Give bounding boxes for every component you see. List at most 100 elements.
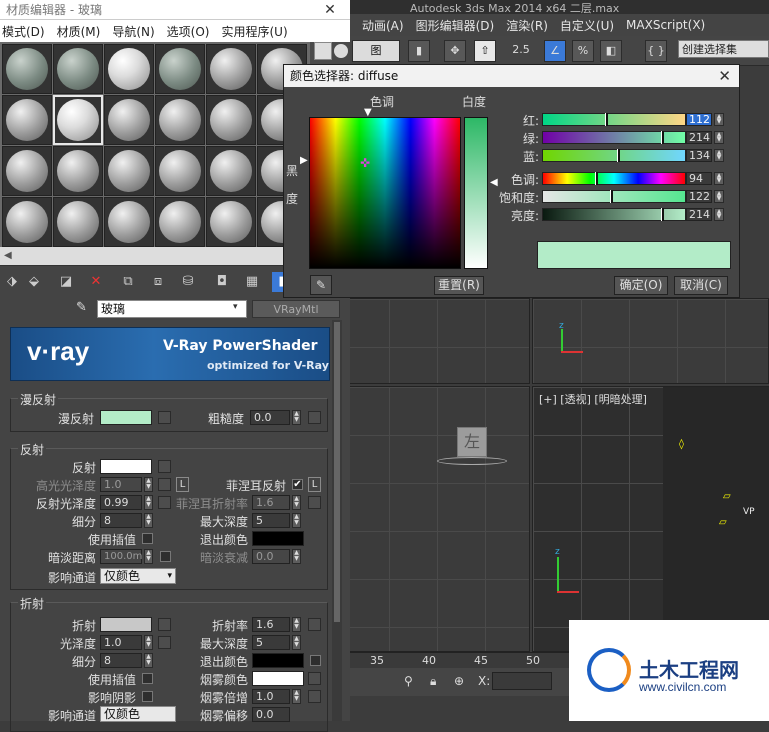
spinner-arrows-icon[interactable]: ▲ ▼ xyxy=(144,549,153,564)
select-region-icon[interactable]: ▮ xyxy=(408,40,430,62)
close-icon[interactable]: ✕ xyxy=(718,65,731,87)
refl-exit-color-swatch[interactable] xyxy=(252,531,304,546)
assign-material-icon[interactable]: ◪ xyxy=(56,272,76,292)
spinner-arrows-icon[interactable]: ▲ ▼ xyxy=(292,513,301,528)
color-slider[interactable] xyxy=(542,190,686,203)
slider-knob[interactable] xyxy=(610,190,613,203)
chevron-down-icon[interactable]: ▾ xyxy=(233,302,238,312)
refr-subdivs-spinner[interactable]: 8 xyxy=(100,653,142,668)
spinner-arrows-icon[interactable]: ▲ ▼ xyxy=(292,549,301,564)
fresnel-ior-lock-button[interactable]: L xyxy=(308,477,321,492)
spinner-arrows-icon[interactable]: ▲ ▼ xyxy=(714,190,724,203)
slider-knob[interactable] xyxy=(595,172,598,185)
sample-slot[interactable] xyxy=(104,95,154,145)
color-slider[interactable] xyxy=(542,172,686,185)
hilight-lock-button[interactable]: L xyxy=(176,477,189,492)
make-unique-icon[interactable]: ⧈ xyxy=(148,272,168,292)
sample-slot[interactable] xyxy=(104,44,154,94)
material-name-field[interactable]: 玻璃 xyxy=(97,300,247,318)
spinner-arrows-icon[interactable]: ▲ ▼ xyxy=(292,635,301,650)
move-icon[interactable]: ✥ xyxy=(444,40,466,62)
color-slider[interactable] xyxy=(542,131,686,144)
get-material-icon[interactable]: ⬗ xyxy=(2,272,22,292)
refr-use-interp-checkbox[interactable] xyxy=(142,673,153,684)
fog-color-swatch[interactable] xyxy=(252,671,304,686)
sample-slot-active[interactable] xyxy=(53,95,103,145)
material-type-button[interactable]: VRayMtl xyxy=(252,300,340,318)
slider-value-field[interactable]: 134 xyxy=(686,149,712,162)
viewcube-left[interactable]: 左 xyxy=(457,427,487,457)
spinner-arrows-icon[interactable]: ▲ ▼ xyxy=(292,495,301,510)
scroll-left-icon[interactable]: ◀ xyxy=(4,250,12,261)
refr-max-depth-spinner[interactable]: 5 xyxy=(252,635,290,650)
ior-map-button[interactable] xyxy=(308,618,321,631)
spinner-arrows-icon[interactable]: ▲ ▼ xyxy=(292,689,301,704)
menu-animation[interactable]: 动画(A) xyxy=(362,17,404,34)
viewport-top[interactable] xyxy=(340,298,530,384)
absolute-mode-icon[interactable]: ⊕ xyxy=(454,674,464,688)
menu-options[interactable]: 选项(O) xyxy=(167,23,210,40)
spinner-arrows-icon[interactable]: ▲ ▼ xyxy=(714,208,724,221)
menu-utilities[interactable]: 实用程序(U) xyxy=(221,23,287,40)
spinner-arrows-icon[interactable]: ▲ ▼ xyxy=(714,131,724,144)
angle-snap-icon[interactable]: ∠ xyxy=(544,40,566,62)
cancel-button[interactable]: 取消(C) xyxy=(674,276,728,295)
refract-color-swatch[interactable] xyxy=(100,617,152,632)
slider-value-field[interactable]: 112 xyxy=(686,113,712,126)
material-id-icon[interactable]: ◘ xyxy=(212,272,232,292)
make-copy-icon[interactable]: ⧉ xyxy=(118,272,138,292)
viewport-front[interactable]: z xyxy=(532,298,769,384)
sample-slot[interactable] xyxy=(155,95,205,145)
fog-color-map-button[interactable] xyxy=(308,672,321,685)
diffuse-color-swatch[interactable] xyxy=(100,410,152,425)
selection-filter-dropdown[interactable]: 图 xyxy=(352,40,400,62)
menu-customize[interactable]: 自定义(U) xyxy=(560,17,614,34)
put-to-scene-icon[interactable]: ⬙ xyxy=(24,272,44,292)
snap-value[interactable]: 2.5 xyxy=(510,40,532,62)
refr-affect-channels-dropdown[interactable]: 仅颜色 xyxy=(100,706,176,722)
sample-slot[interactable] xyxy=(53,197,103,247)
sample-slot[interactable] xyxy=(155,44,205,94)
reflect-map-button[interactable] xyxy=(158,460,171,473)
selection-set-input[interactable]: 创建选择集 xyxy=(678,40,769,58)
viewport-left[interactable]: 左 xyxy=(340,386,530,652)
color-slider[interactable] xyxy=(542,113,686,126)
slider-value-field[interactable]: 94 xyxy=(686,172,712,185)
spinner-arrows-icon[interactable]: ▲ ▼ xyxy=(714,113,724,126)
sample-slot[interactable] xyxy=(155,146,205,196)
spinner-arrows-icon[interactable]: ▲ ▼ xyxy=(144,513,153,528)
sample-slot[interactable] xyxy=(104,197,154,247)
refr-exit-color-swatch[interactable] xyxy=(252,653,304,668)
sample-slot[interactable] xyxy=(2,44,52,94)
spinner-arrows-icon[interactable]: ▲ ▼ xyxy=(292,410,301,425)
diffuse-map-button[interactable] xyxy=(158,411,171,424)
spinner-arrows-icon[interactable]: ▲ ▼ xyxy=(714,172,724,185)
slider-value-field[interactable]: 122 xyxy=(686,190,712,203)
color-slider[interactable] xyxy=(542,208,686,221)
slider-value-field[interactable]: 214 xyxy=(686,208,712,221)
fog-mult-spinner[interactable]: 1.0 xyxy=(252,689,290,704)
viewport-persp-label[interactable]: [+] [透视] [明暗处理] xyxy=(539,391,647,407)
sample-slot[interactable] xyxy=(53,44,103,94)
hue-blackness-field[interactable]: ✜ xyxy=(309,117,461,269)
slider-knob[interactable] xyxy=(617,149,620,162)
lock-icon[interactable]: 🔒︎ xyxy=(430,674,436,689)
slider-value-field[interactable]: 214 xyxy=(686,131,712,144)
menu-graph-editors[interactable]: 图形编辑器(D) xyxy=(416,17,495,34)
eyedropper-icon[interactable]: ✎ xyxy=(76,300,87,315)
fog-bias-spinner[interactable]: 0.0 xyxy=(252,707,290,722)
panel-scrollbar[interactable] xyxy=(332,320,342,721)
spinner-arrows-icon[interactable]: ▲ ▼ xyxy=(144,495,153,510)
ior-spinner[interactable]: 1.6 xyxy=(252,617,290,632)
spinner-arrows-icon[interactable]: ▲ ▼ xyxy=(714,149,724,162)
refl-gloss-spinner[interactable]: 0.99 xyxy=(100,495,142,510)
fresnel-ior-spinner[interactable]: 1.6 xyxy=(252,495,290,510)
sample-slot[interactable] xyxy=(206,146,256,196)
spinner-snap-icon[interactable]: ◧ xyxy=(600,40,622,62)
refl-subdivs-spinner[interactable]: 8 xyxy=(100,513,142,528)
named-selection-icon[interactable]: { } xyxy=(645,40,667,62)
sample-slot[interactable] xyxy=(155,197,205,247)
blackness-marker-icon[interactable]: ▶ xyxy=(300,155,308,166)
sample-slot[interactable] xyxy=(53,146,103,196)
crosshair-icon[interactable]: ✜ xyxy=(360,156,370,170)
